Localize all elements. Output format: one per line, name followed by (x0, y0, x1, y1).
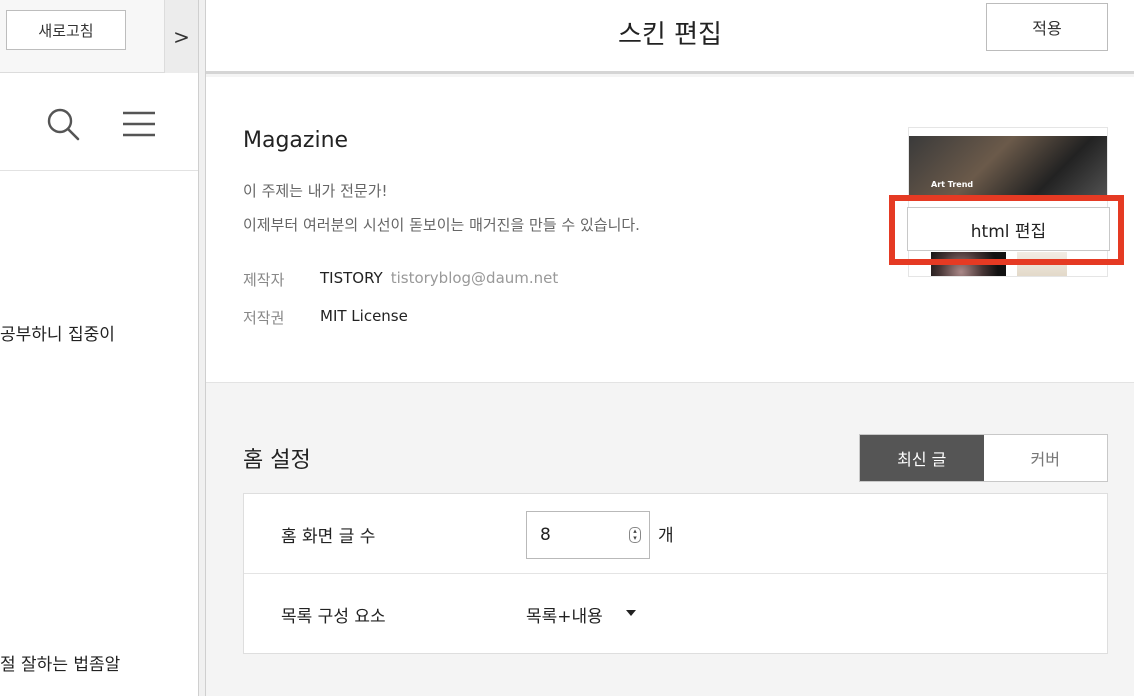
post-snippet[interactable]: 공부하니 집중이 (0, 320, 115, 345)
list-items-select[interactable]: 목록+내용 (526, 602, 603, 627)
thumbnail-headline: Art Trend (931, 180, 974, 189)
blog-header (0, 73, 198, 171)
skin-edit-panel: 스킨 편집 적용 Magazine 이 주제는 내가 전문가! 이제부터 여러분… (206, 0, 1134, 696)
home-type-toggle: 최신 글 커버 (859, 434, 1108, 482)
settings-row: 목록 구성 요소 목록+내용 (244, 574, 1107, 654)
author-name: TISTORY (320, 269, 383, 287)
pane-divider[interactable] (198, 0, 206, 696)
skin-description: 이제부터 여러분의 시선이 돋보이는 매거진을 만들 수 있습니다. (243, 216, 640, 234)
list-items-label: 목록 구성 요소 (281, 607, 386, 627)
post-count-label: 홈 화면 글 수 (281, 527, 376, 547)
stepper-icon[interactable]: ▴ ▾ (629, 527, 641, 543)
edit-header: 스킨 편집 적용 (206, 0, 1134, 74)
caret-down-icon[interactable] (626, 610, 636, 616)
refresh-button[interactable]: 새로고침 (6, 10, 126, 50)
post-count-input[interactable]: 8 ▴ ▾ (526, 511, 650, 559)
blog-preview-pane: 새로고침 > 공부하니 집중이 절 잘하는 법좀알 (0, 0, 198, 696)
author-label: 제작자 (243, 271, 285, 289)
author-email: tistoryblog@daum.net (390, 269, 559, 287)
post-count-unit: 개 (658, 526, 674, 546)
search-icon[interactable] (46, 107, 80, 141)
skin-description: 이 주제는 내가 전문가! (243, 182, 388, 200)
license-value: MIT License (320, 307, 408, 325)
html-edit-button[interactable]: html 편집 (907, 207, 1110, 251)
home-settings-table: 홈 화면 글 수 8 ▴ ▾ 개 목록 구성 요소 목록+내용 (243, 493, 1108, 654)
thumbnail-hero-image (909, 136, 1107, 200)
skin-editor: 새로고침 > 공부하니 집중이 절 잘하는 법좀알 스킨 편집 적용 Magaz… (0, 0, 1134, 696)
skin-name: Magazine (243, 128, 349, 153)
post-count-value: 8 (540, 525, 551, 545)
license-label: 저작권 (243, 309, 285, 327)
menu-icon[interactable] (122, 110, 156, 138)
preview-toolbar: 새로고침 > (0, 0, 198, 73)
tab-cover[interactable]: 커버 (983, 435, 1107, 481)
tab-latest-posts[interactable]: 최신 글 (860, 435, 984, 481)
author-value: TISTORY tistoryblog@daum.net (320, 269, 558, 287)
chevron-right-icon: > (173, 24, 190, 49)
collapse-preview-button[interactable]: > (164, 0, 198, 73)
post-snippet[interactable]: 절 잘하는 법좀알 (0, 650, 120, 675)
apply-button[interactable]: 적용 (986, 3, 1108, 51)
home-settings-title: 홈 설정 (243, 448, 311, 473)
settings-row: 홈 화면 글 수 8 ▴ ▾ 개 (244, 494, 1107, 574)
